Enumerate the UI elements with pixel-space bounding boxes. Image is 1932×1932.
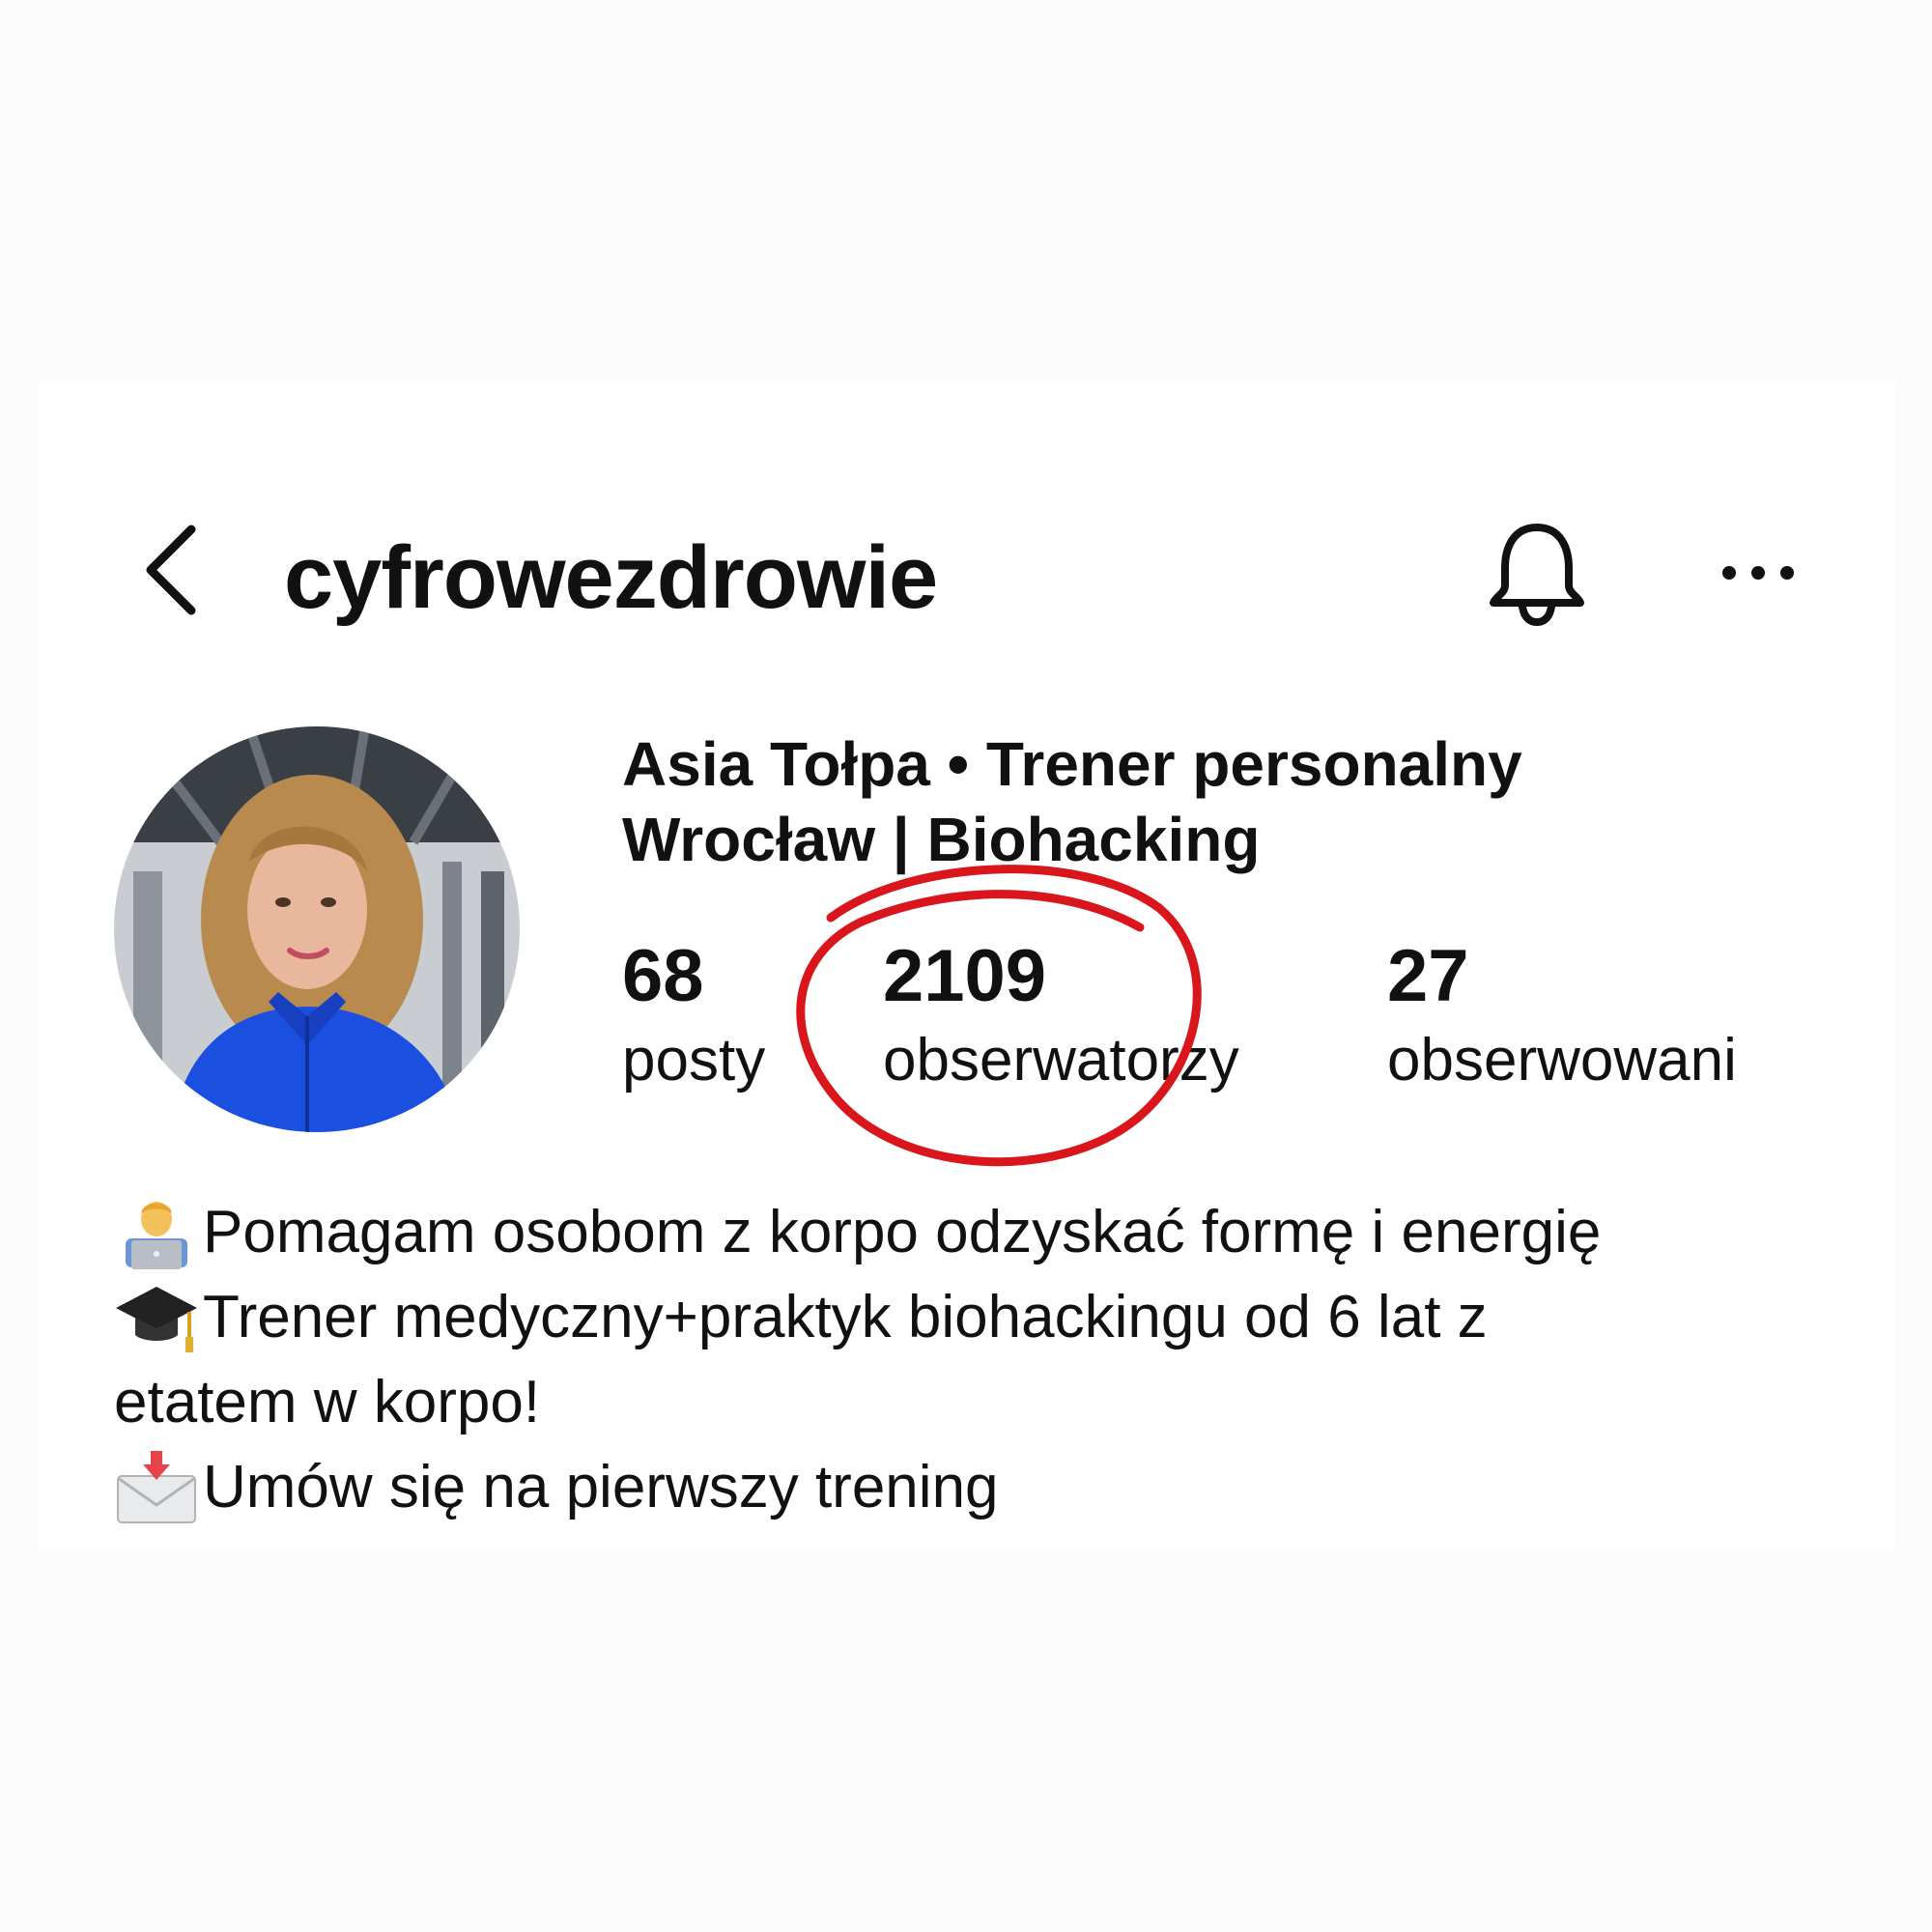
bio-text-line4: Umów się na pierwszy trening	[203, 1454, 999, 1520]
following-label[interactable]: obserwowani	[1387, 1024, 1737, 1097]
bio-line: etatem w korpo!	[114, 1360, 1833, 1445]
avatar-photo	[114, 726, 520, 1132]
posts-count[interactable]: 68	[622, 933, 704, 1020]
bell-icon[interactable]	[1484, 518, 1590, 628]
bio-text-line1: Pomagam osobom z korpo odzyskać formę i …	[203, 1199, 1602, 1265]
profile-username: cyfrowezdrowie	[284, 528, 938, 627]
display-name: Asia Tołpa • Trener personalny Wrocław |…	[622, 726, 1522, 877]
chevron-left-icon[interactable]	[135, 522, 203, 618]
posts-label[interactable]: posty	[622, 1024, 765, 1097]
more-horizontal-icon[interactable]	[1719, 549, 1797, 597]
avatar[interactable]	[114, 726, 520, 1132]
bio-text-line2: Trener medyczny+praktyk biohackingu od 6…	[203, 1284, 1488, 1350]
following-count[interactable]: 27	[1387, 933, 1469, 1020]
bio-line: Umów się na pierwszy trening	[114, 1445, 1833, 1530]
envelope-arrow-icon	[117, 1451, 196, 1523]
display-name-line2: Wrocław | Biohacking	[622, 805, 1261, 874]
graduation-cap-icon	[116, 1287, 197, 1352]
followers-label[interactable]: obserwatorzy	[883, 1024, 1239, 1097]
display-name-line1: Asia Tołpa • Trener personalny	[622, 729, 1522, 799]
bio-text-line3: etatem w korpo!	[114, 1369, 541, 1435]
bio-line: Pomagam osobom z korpo odzyskać formę i …	[114, 1190, 1833, 1275]
technologist-icon	[126, 1202, 187, 1269]
bio: Pomagam osobom z korpo odzyskać formę i …	[114, 1190, 1833, 1530]
followers-count[interactable]: 2109	[883, 933, 1046, 1020]
bio-line: Trener medyczny+praktyk biohackingu od 6…	[114, 1275, 1833, 1360]
